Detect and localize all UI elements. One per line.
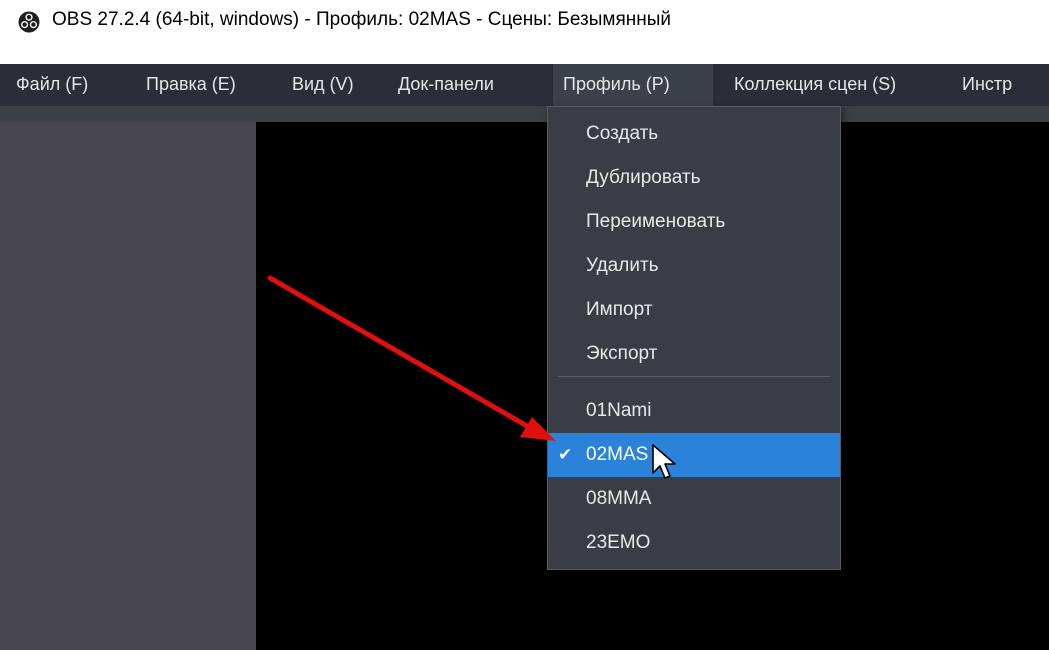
menu-item-rename[interactable]: Переименовать — [548, 200, 840, 244]
profile-label: 01Nami — [586, 400, 652, 421]
menu-item-create[interactable]: Создать — [548, 112, 840, 156]
profile-item-01nami[interactable]: 01Nami — [548, 389, 840, 433]
main-area — [0, 106, 1049, 650]
menu-item-duplicate[interactable]: Дублировать — [548, 156, 840, 200]
menu-item-import[interactable]: Импорт — [548, 288, 840, 332]
profile-item-02mas[interactable]: ✔ 02MAS — [548, 433, 840, 477]
menu-item-export[interactable]: Экспорт — [548, 332, 840, 376]
profile-label: 23EMO — [586, 532, 651, 553]
menu-docks[interactable]: Док-панели — [388, 64, 504, 106]
profile-item-23emo[interactable]: 23EMO — [548, 521, 840, 565]
window-title: OBS 27.2.4 (64-bit, windows) - Профиль: … — [52, 9, 672, 30]
mouse-cursor-icon — [652, 444, 676, 479]
profile-label: 08MMA — [586, 488, 652, 509]
obs-logo-icon — [18, 11, 40, 33]
checkmark-icon: ✔ — [558, 445, 573, 464]
profile-dropdown-menu: Создать Дублировать Переименовать Удалит… — [547, 106, 841, 570]
profile-item-08mma[interactable]: 08MMA — [548, 477, 840, 521]
menu-scene-collection[interactable]: Коллекция сцен (S) — [724, 64, 906, 106]
menu-bar: Файл (F) Правка (E) Вид (V) Док-панели П… — [0, 64, 1049, 106]
menu-tools[interactable]: Инстр — [952, 64, 1022, 106]
menu-view[interactable]: Вид (V) — [282, 64, 364, 106]
menu-edit[interactable]: Правка (E) — [136, 64, 246, 106]
menu-profile[interactable]: Профиль (P) — [553, 64, 713, 106]
obs-window: OBS 27.2.4 (64-bit, windows) - Профиль: … — [0, 0, 1049, 650]
title-bar: OBS 27.2.4 (64-bit, windows) - Профиль: … — [0, 0, 1049, 64]
menu-item-delete[interactable]: Удалить — [548, 244, 840, 288]
profile-label: 02MAS — [586, 444, 649, 465]
menu-file[interactable]: Файл (F) — [6, 64, 98, 106]
toolbar-strip — [0, 106, 1049, 122]
menu-separator — [558, 376, 830, 377]
